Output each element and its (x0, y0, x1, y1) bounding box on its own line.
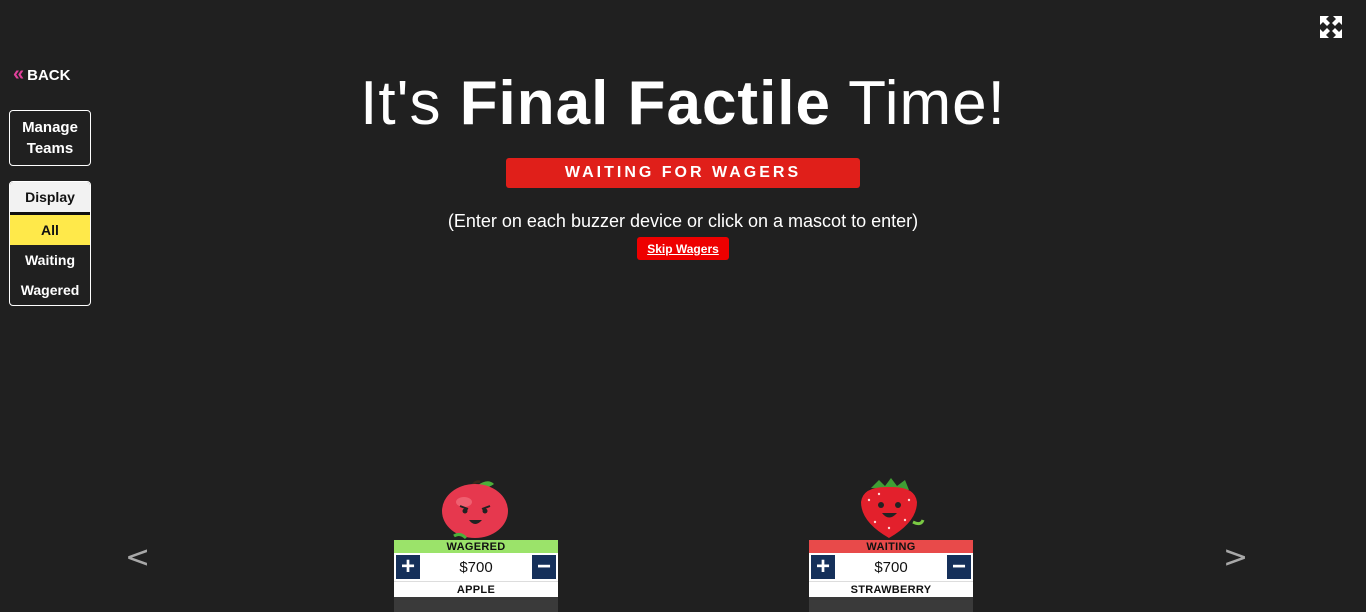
status-banner: WAITING FOR WAGERS (506, 158, 860, 188)
instructions-text: (Enter on each buzzer device or click on… (447, 211, 919, 231)
page-title: It's Final Factile Time! (0, 68, 1366, 140)
team-wager-card: WAITING + $700 − STRAWBERRY (809, 540, 973, 612)
skip-wagers-button[interactable]: Skip Wagers (637, 237, 729, 260)
strawberry-mascot-icon[interactable] (809, 478, 973, 540)
wager-amount[interactable]: $700 (835, 559, 947, 576)
status-badge: WAGERED (394, 540, 558, 553)
apple-mascot-icon[interactable] (394, 478, 558, 540)
title-prefix: It's (360, 69, 442, 138)
display-filter-panel: Display All Waiting Wagered (9, 181, 91, 306)
wager-stepper: + $700 − (809, 553, 973, 581)
final-factile-screen: « BACK Manage Teams Display All Waiting … (0, 0, 1366, 612)
display-filter-waiting[interactable]: Waiting (10, 245, 90, 275)
wager-amount[interactable]: $700 (420, 559, 532, 576)
increase-wager-button[interactable]: + (811, 555, 835, 579)
team-name: STRAWBERRY (809, 581, 973, 597)
decrease-wager-button[interactable]: − (947, 555, 971, 579)
decrease-wager-button[interactable]: − (532, 555, 556, 579)
title-bold: Final Factile (459, 69, 832, 138)
display-filter-wagered[interactable]: Wagered (10, 275, 90, 305)
team-card-apple: WAGERED + $700 − APPLE (394, 478, 558, 612)
wager-stepper: + $700 − (394, 553, 558, 581)
carousel-prev-arrow[interactable]: < (125, 540, 150, 575)
fullscreen-icon[interactable] (1318, 14, 1344, 40)
team-card-strawberry: WAITING + $700 − STRAWBERRY (809, 478, 973, 612)
team-wager-card: WAGERED + $700 − APPLE (394, 540, 558, 612)
carousel-next-arrow[interactable]: > (1223, 540, 1248, 575)
increase-wager-button[interactable]: + (396, 555, 420, 579)
status-badge: WAITING (809, 540, 973, 553)
team-name: APPLE (394, 581, 558, 597)
title-suffix: Time! (848, 69, 1006, 138)
